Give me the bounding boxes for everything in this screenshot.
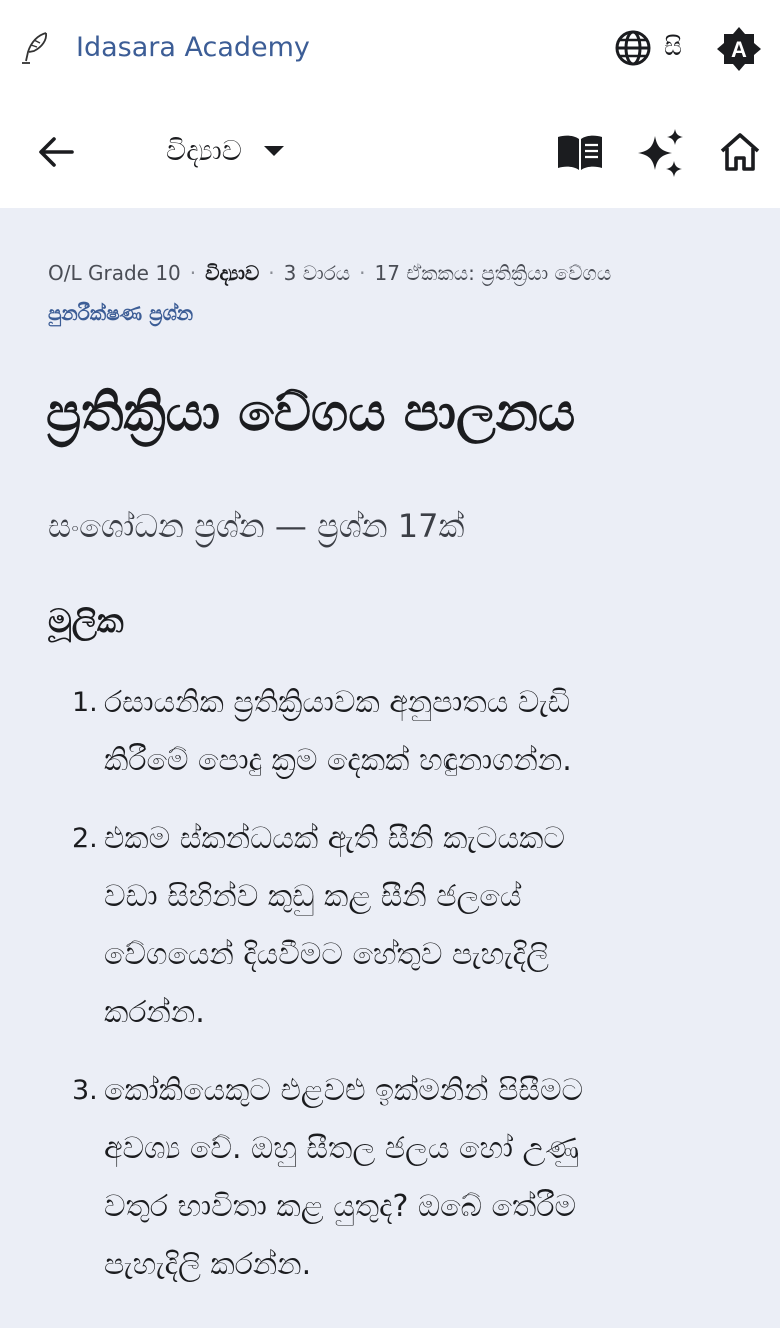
auto-theme-icon[interactable]: A [716,26,762,72]
globe-icon[interactable] [614,29,652,67]
breadcrumb-separator: · [268,261,275,285]
question-item: 3. කෝකියෙකුට එළවළු ඉක්මනින් පිසීමට අවශ්‍… [0,1062,780,1294]
question-text: කෝකියෙකුට එළවළු ඉක්මනින් පිසීමට අවශ්‍ය ව… [104,1062,724,1294]
sparkles-icon[interactable] [636,128,686,178]
quill-pen-icon[interactable] [20,30,52,66]
question-line: කරන්න. [104,995,205,1030]
theme-letter: A [731,37,747,62]
question-line: අවශ්‍ය වේ. ඔහු සීතල ජලය හෝ උණු [104,1131,580,1166]
question-number: 1. [72,687,98,718]
question-line: වඩා සිහින්ව කුඩු කළ සීනි ජලයේ [104,879,522,914]
arrow-left-icon[interactable] [36,132,76,172]
question-line: කිරීමේ පොදු ක්‍රම දෙකක් හඳුනාගන්න. [104,743,572,778]
top-app-bar: Idasara Academy සි A [0,0,780,98]
breadcrumb-separator: · [189,261,197,285]
navigation-bar: විද්‍යාව [0,98,780,208]
page-subtitle: සංශෝධන ප්‍රශ්න — ප්‍රශ්න 17ක් [48,507,465,545]
app-name[interactable]: Idasara Academy [76,30,310,66]
breadcrumb-unit[interactable]: 17 ඒකකය: ප්‍රතික්‍රියා වේගය [375,261,612,285]
question-line: වතුර භාවිතා කළ යුතුද? ඔබේ තේරීම [104,1189,577,1224]
question-item: 1. රසායනික ප්‍රතික්‍රියාවක අනුපාතය වැඩි … [0,674,780,790]
question-line: පැහැදිලි කරන්න. [104,1247,312,1282]
breadcrumb-term[interactable]: 3 වාරය [284,261,351,285]
language-label[interactable]: සි [664,30,682,64]
caret-down-icon [263,146,284,156]
question-line: රසායනික ප්‍රතික්‍රියාවක අනුපාතය වැඩි [104,685,570,720]
question-text: එකම ස්කන්ධයක් ඇති සීනි කැටයකට වඩා සිහින්… [104,810,724,1042]
question-line: එකම ස්කන්ධයක් ඇති සීනි කැටයකට [104,821,565,856]
home-icon[interactable] [718,130,762,174]
breadcrumb-separator: · [359,261,366,285]
question-list: 1. රසායනික ප්‍රතික්‍රියාවක අනුපාතය වැඩි … [0,674,780,1314]
main-content: O/L Grade 10 · විද්‍යාව · 3 වාරය · 17 ඒකකය: ප්… [0,208,780,1328]
question-text: රසායනික ප්‍රතික්‍රියාවක අනුපාතය වැඩි කිර… [104,674,724,790]
breadcrumb-review-link[interactable]: පුනරීක්ෂණ ප්‍රශ්න [48,300,193,326]
section-heading: මූලික [48,601,124,640]
open-book-icon[interactable] [556,132,604,174]
question-line: වේගයෙන් දියවීමට හේතුව පැහැදිලි [104,937,549,972]
breadcrumb-subject[interactable]: විද්‍යාව [205,261,259,285]
subject-label: විද්‍යාව [166,134,242,167]
question-line: කෝකියෙකුට එළවළු ඉක්මනින් පිසීමට [104,1073,584,1108]
subject-dropdown[interactable]: විද්‍යාව [166,126,286,176]
question-number: 2. [72,823,98,854]
question-number: 3. [72,1075,98,1106]
page-title: ප්‍රතික්‍රියා වේගය පාලනය [46,383,576,443]
breadcrumb-grade[interactable]: O/L Grade 10 [48,261,181,285]
breadcrumb: O/L Grade 10 · විද්‍යාව · 3 වාරය · 17 ඒකකය: ප්… [48,260,748,286]
question-item: 2. එකම ස්කන්ධයක් ඇති සීනි කැටයකට වඩා සිහ… [0,810,780,1042]
